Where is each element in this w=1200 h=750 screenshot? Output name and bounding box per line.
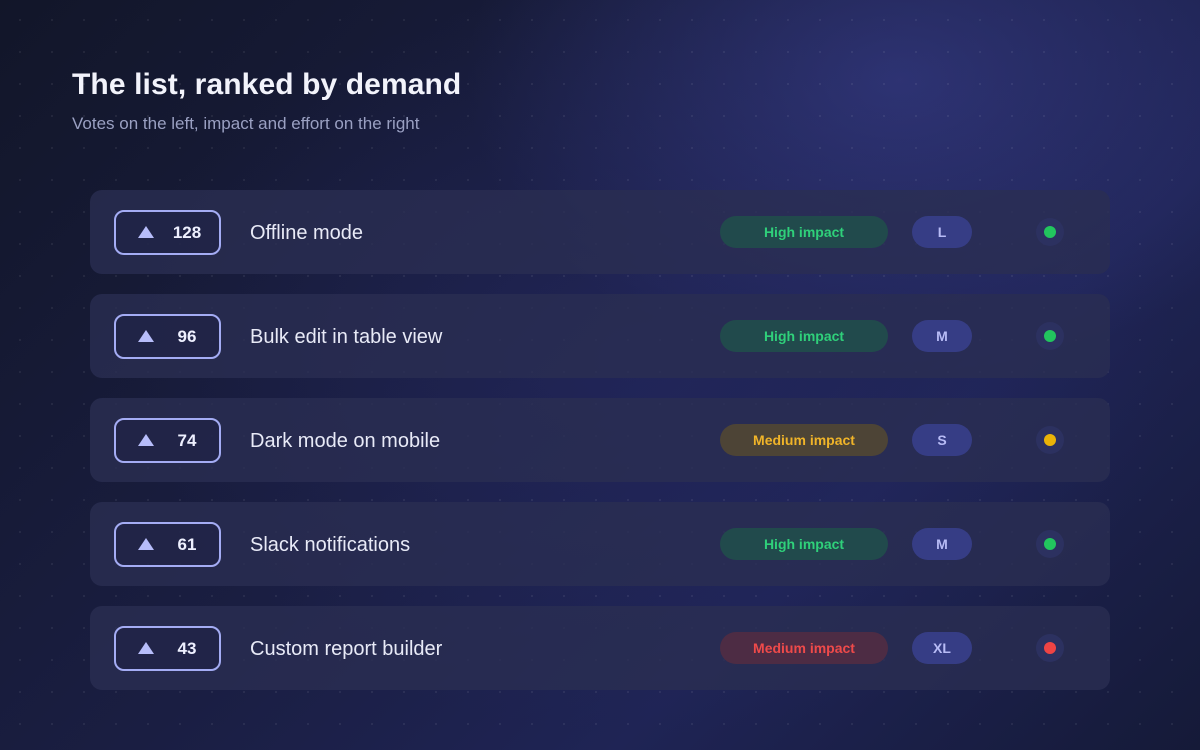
- vote-count: 43: [177, 638, 197, 658]
- upvote-button[interactable]: 96: [114, 314, 221, 359]
- upvote-arrow-icon: [138, 330, 154, 342]
- impact-badge: High impact: [720, 320, 888, 352]
- status-indicator: [1036, 322, 1064, 350]
- page-subtitle: Votes on the left, impact and effort on …: [72, 114, 420, 133]
- item-title: Offline mode: [250, 222, 364, 244]
- list-item: 61 Slack notifications High impact M: [90, 502, 1110, 586]
- vote-count: 128: [172, 222, 202, 242]
- feature-request-list: 128 Offline mode High impact L 96 Bulk e…: [90, 190, 1110, 710]
- status-indicator: [1036, 426, 1064, 454]
- upvote-button[interactable]: 128: [114, 210, 221, 255]
- status-dot-icon: [1044, 434, 1056, 446]
- list-item: 96 Bulk edit in table view High impact M: [90, 294, 1110, 378]
- status-dot-icon: [1044, 226, 1056, 238]
- impact-badge: High impact: [720, 216, 888, 248]
- upvote-button[interactable]: 43: [114, 626, 221, 671]
- item-title: Dark mode on mobile: [250, 430, 441, 452]
- list-item: 128 Offline mode High impact L: [90, 190, 1110, 274]
- vote-count: 61: [177, 534, 197, 554]
- vote-count: 96: [177, 326, 197, 346]
- status-indicator: [1036, 218, 1064, 246]
- effort-badge: S: [912, 424, 972, 456]
- impact-badge: High impact: [720, 528, 888, 560]
- status-indicator: [1036, 634, 1064, 662]
- impact-badge: Medium impact: [720, 424, 888, 456]
- list-item: 74 Dark mode on mobile Medium impact S: [90, 398, 1110, 482]
- status-dot-icon: [1044, 642, 1056, 654]
- effort-badge: M: [912, 320, 972, 352]
- item-title: Custom report builder: [250, 638, 443, 660]
- impact-badge: Medium impact: [720, 632, 888, 664]
- status-indicator: [1036, 530, 1064, 558]
- effort-badge: L: [912, 216, 972, 248]
- status-dot-icon: [1044, 538, 1056, 550]
- list-item: 43 Custom report builder Medium impact X…: [90, 606, 1110, 690]
- effort-badge: XL: [912, 632, 972, 664]
- effort-badge: M: [912, 528, 972, 560]
- upvote-button[interactable]: 74: [114, 418, 221, 463]
- upvote-arrow-icon: [138, 538, 154, 550]
- upvote-arrow-icon: [138, 434, 154, 446]
- status-dot-icon: [1044, 330, 1056, 342]
- upvote-arrow-icon: [138, 226, 154, 238]
- vote-count: 74: [177, 430, 197, 450]
- page-header: The list, ranked by demand Votes on the …: [72, 68, 461, 134]
- upvote-arrow-icon: [138, 642, 154, 654]
- item-title: Bulk edit in table view: [250, 326, 443, 348]
- item-title: Slack notifications: [250, 534, 411, 556]
- page-title: The list, ranked by demand: [72, 68, 462, 101]
- upvote-button[interactable]: 61: [114, 522, 221, 567]
